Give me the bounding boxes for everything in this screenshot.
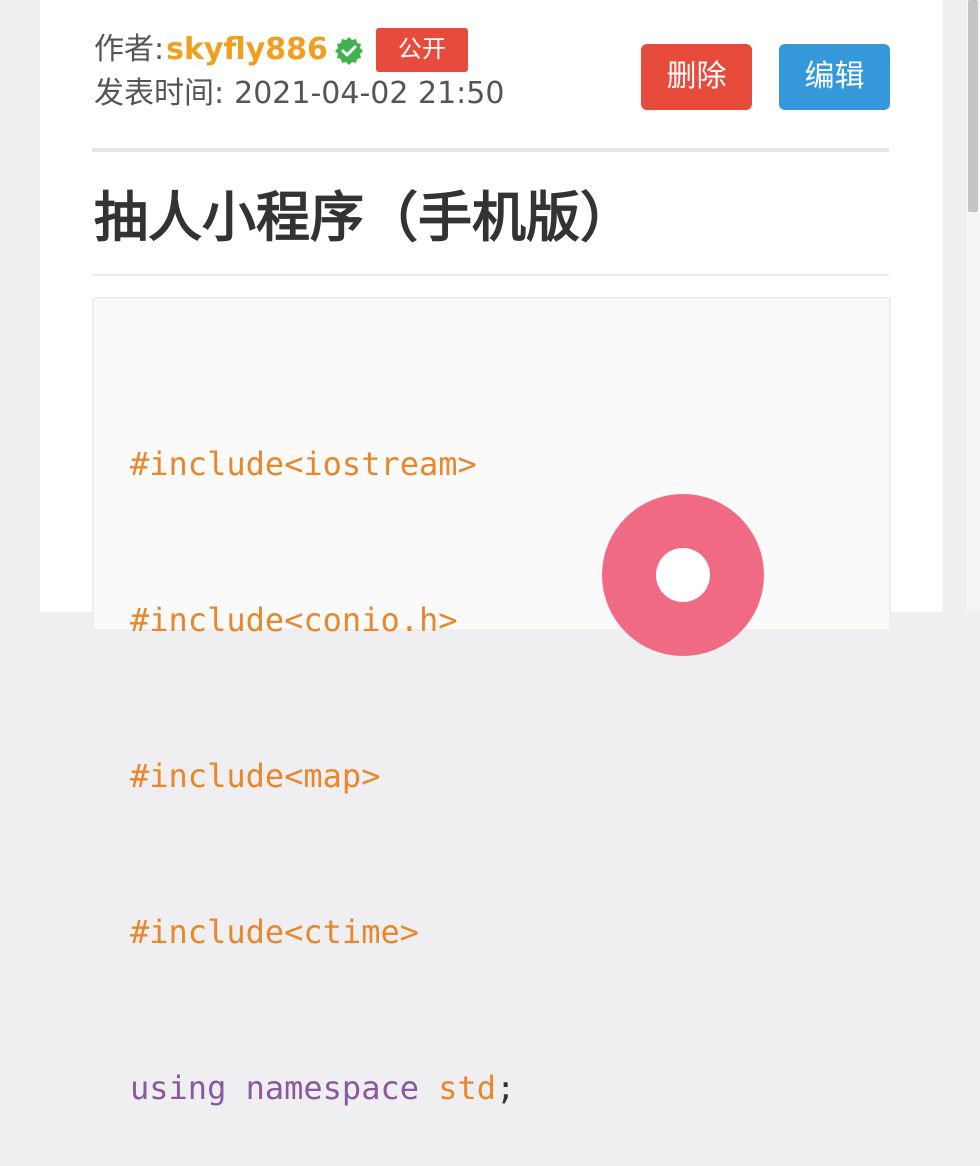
time-label: 发表时间: (94, 76, 225, 111)
keyword-namespace: namespace (245, 1069, 419, 1107)
author-label: 作者: (94, 32, 165, 67)
delete-button[interactable]: 删除 (641, 44, 752, 110)
public-badge: 公开 (375, 28, 468, 72)
code-line: #include<map> (130, 757, 381, 795)
scrollbar[interactable] (966, 0, 980, 612)
scrollbar-thumb[interactable] (968, 0, 978, 212)
verified-check-icon (334, 35, 364, 65)
meta-divider (92, 148, 889, 152)
semicolon: ; (496, 1069, 516, 1107)
post-meta: 作者: skyfly886 公开 发表时间: 2021-04-02 21:50 (94, 28, 504, 116)
keyword-using: using (130, 1069, 227, 1107)
code-line: using namespace std; (130, 1062, 515, 1114)
title-divider (92, 274, 889, 276)
identifier-std: std (438, 1069, 497, 1107)
code-line: #include<ctime> (130, 913, 419, 951)
time-row: 发表时间: 2021-04-02 21:50 (94, 72, 504, 116)
edit-button[interactable]: 编辑 (779, 44, 890, 110)
code-content: #include<iostream> #include<conio.h> #in… (130, 334, 515, 1166)
record-icon[interactable] (602, 494, 764, 656)
code-line: #include<iostream> (130, 445, 477, 483)
author-name[interactable]: skyfly886 (166, 28, 328, 72)
code-line: #include<conio.h> (130, 601, 458, 639)
author-row: 作者: skyfly886 公开 (94, 28, 504, 72)
time-value: 2021-04-02 21:50 (234, 76, 505, 111)
post-title: 抽人小程序（手机版） (94, 186, 634, 249)
